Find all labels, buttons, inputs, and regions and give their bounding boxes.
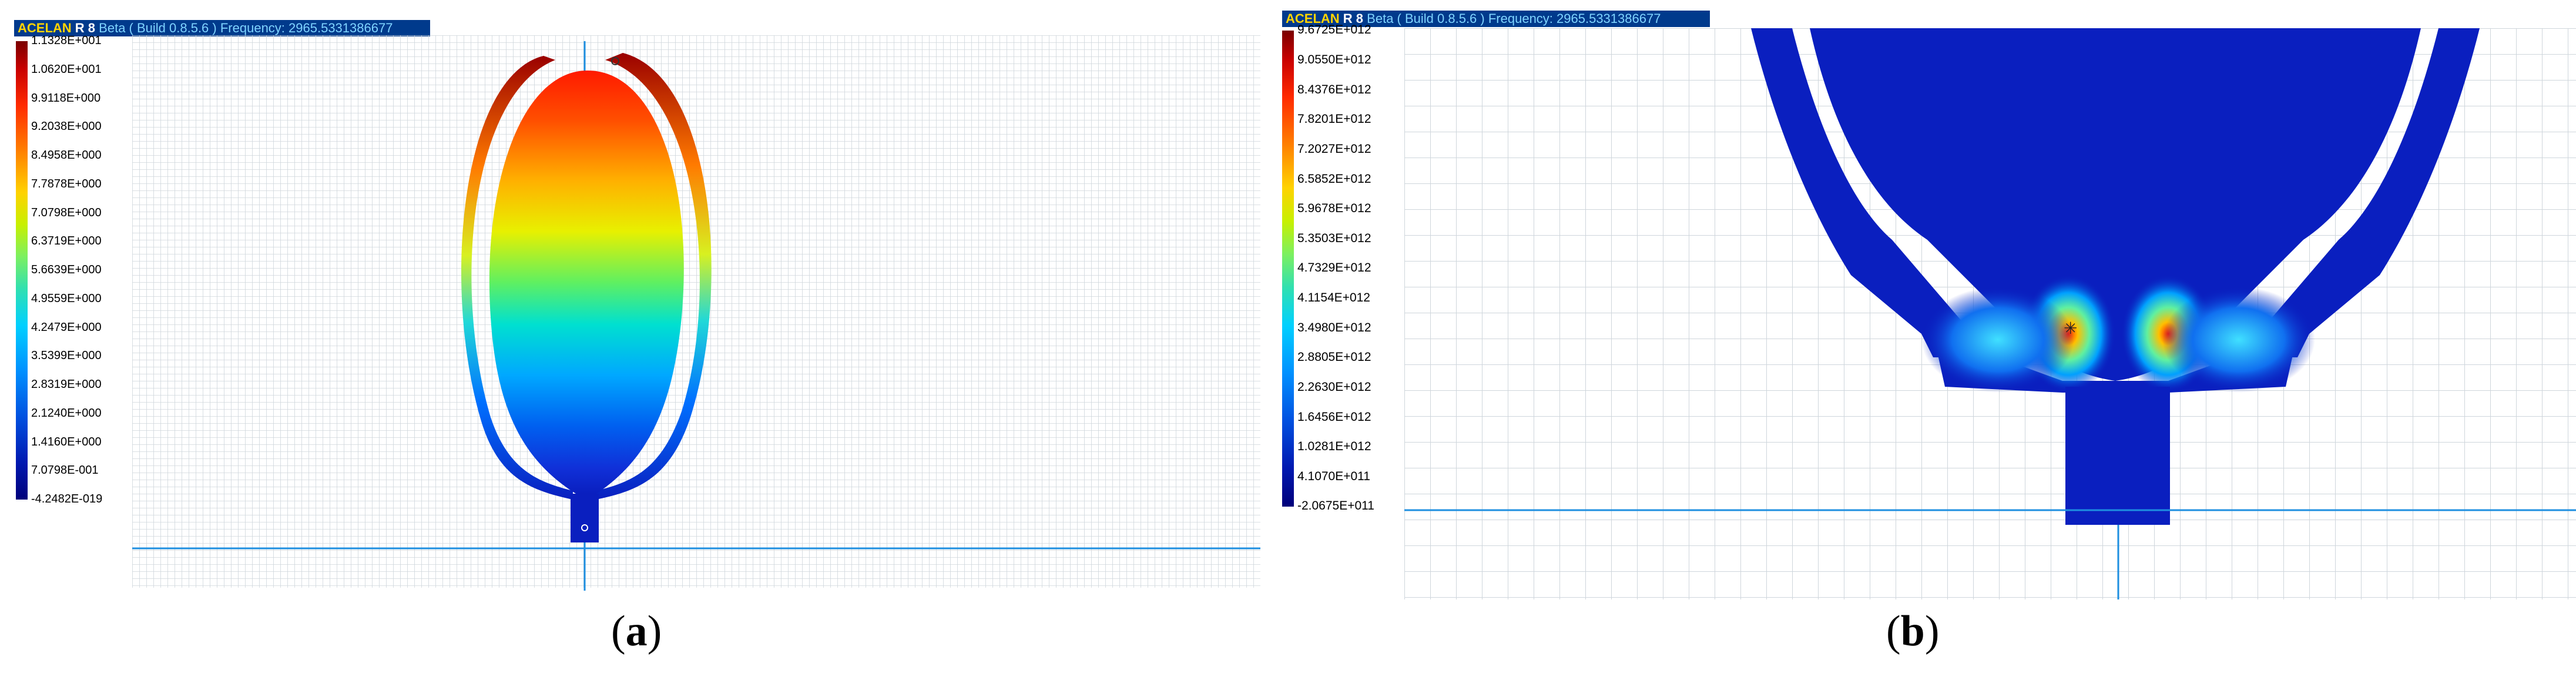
legend-tick-label: 1.0281E+012 <box>1297 440 1371 454</box>
build-label: Beta ( Build 0.8.5.6 ) <box>1367 11 1485 26</box>
legend-tick-label: 4.2479E+000 <box>31 320 102 334</box>
legend-tick-label: 7.2027E+012 <box>1297 142 1371 156</box>
legend-tick-label: 9.2038E+000 <box>31 120 102 133</box>
legend-tick-label: 4.9559E+000 <box>31 292 102 305</box>
app-name: ACELAN <box>18 21 72 35</box>
legend-tick-label: -2.0675E+011 <box>1297 499 1374 513</box>
legend-tick-label: 5.6639E+000 <box>31 263 102 276</box>
legend-tick-label: 1.4160E+000 <box>31 435 102 448</box>
legend-tick-label: 9.9118E+000 <box>31 91 101 105</box>
legend-tick-label: 1.1328E+001 <box>31 34 102 47</box>
legend-tick-label: 7.0798E-001 <box>31 464 99 477</box>
legend-tick-label: 9.0550E+012 <box>1297 53 1371 67</box>
legend-tick-label: 5.3503E+012 <box>1297 231 1371 245</box>
legend-tick-label: 1.0620E+001 <box>31 62 102 76</box>
color-legend: 1.1328E+001 1.0620E+001 9.9118E+000 9.2038E… <box>16 34 133 505</box>
legend-tick-label: -4.2482E-019 <box>31 493 103 505</box>
color-scale-bar <box>16 41 28 500</box>
legend-tick-label: 8.4958E+000 <box>31 149 102 162</box>
frequency-label: Frequency: 2965.5331386677 <box>220 21 393 35</box>
legend-tick-label: 1.6456E+012 <box>1297 410 1371 424</box>
legend-tick-label: 4.7329E+012 <box>1297 261 1371 275</box>
leaf-stem <box>571 494 599 542</box>
legend-tick-label: 9.6725E+012 <box>1297 23 1371 37</box>
legend-tick-label: 2.8805E+012 <box>1297 350 1371 364</box>
panel-a: ACELAN R 8 Beta ( Build 0.8.5.6 ) Freque… <box>0 0 1281 680</box>
legend-tick-label: 7.0798E+000 <box>31 206 102 219</box>
color-scale-bar <box>1282 31 1294 507</box>
caption-b: (b) <box>1886 607 1940 655</box>
legend-tick-label: 4.1154E+012 <box>1297 291 1370 305</box>
release-label: R 8 <box>75 21 96 35</box>
panel-b: ACELAN R 8 Beta ( Build 0.8.5.6 ) Freque… <box>1281 0 2576 680</box>
mesh-grid <box>132 35 1260 588</box>
legend-tick-label: 6.3719E+000 <box>31 235 102 248</box>
stem-block <box>2065 387 2170 525</box>
caption-a: (a) <box>611 607 662 655</box>
mesh-plot[interactable]: ✳ <box>1404 28 2576 599</box>
color-legend: 9.6725E+012 9.0550E+012 8.4376E+012 7.8201E… <box>1282 23 1406 512</box>
legend-tick-label: 7.7878E+000 <box>31 177 102 190</box>
build-label: Beta ( Build 0.8.5.6 ) <box>99 21 217 35</box>
legend-tick-label: 3.5399E+000 <box>31 349 102 363</box>
legend-tick-label: 4.1070E+011 <box>1297 469 1370 483</box>
frequency-label: Frequency: 2965.5331386677 <box>1488 11 1661 26</box>
legend-tick-label: 2.1240E+000 <box>31 406 102 420</box>
node-marker-icon: ✳ <box>2064 319 2077 338</box>
legend-tick-label: 6.5852E+012 <box>1297 172 1371 186</box>
legend-tick-label: 5.9678E+012 <box>1297 202 1371 216</box>
legend-tick-label: 8.4376E+012 <box>1297 82 1371 96</box>
stress-field-left <box>1921 287 2074 393</box>
legend-tick-label: 2.8319E+000 <box>31 378 102 391</box>
legend-tick-label: 2.2630E+012 <box>1297 380 1371 394</box>
mesh-plot[interactable] <box>132 35 1260 599</box>
legend-tick-label: 3.4980E+012 <box>1297 320 1371 334</box>
legend-tick-label: 7.8201E+012 <box>1297 112 1371 126</box>
stress-field-right <box>2162 287 2315 393</box>
